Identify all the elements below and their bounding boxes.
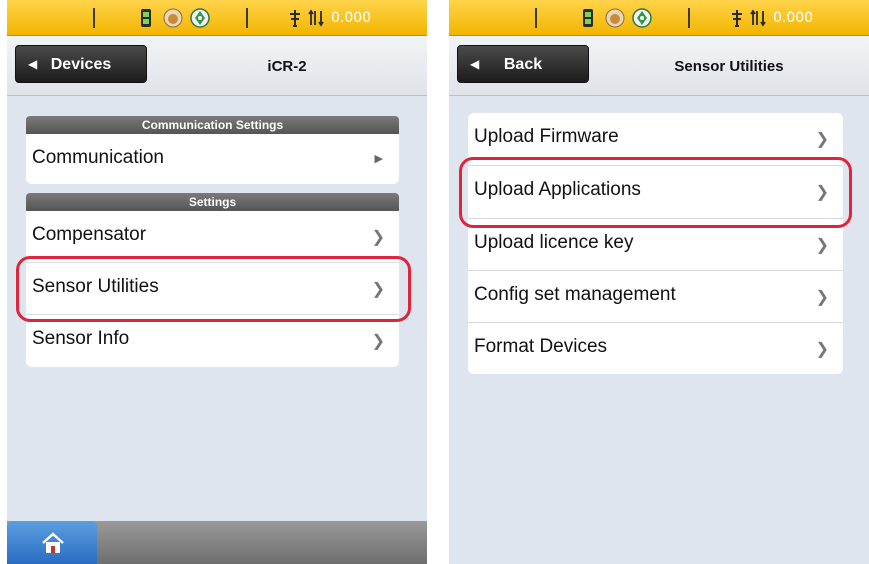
page-title: iCR-2 (267, 58, 307, 75)
highlight-annotation (16, 256, 411, 322)
antenna-icon[interactable] (727, 8, 747, 28)
title-bar: ◀ Devices iCR-2 (7, 36, 427, 96)
back-button[interactable]: ◀ Back (457, 45, 589, 83)
list-item-label: Upload Firmware (474, 126, 619, 147)
highlight-annotation (459, 157, 852, 228)
status-value: 0.000 (773, 10, 814, 26)
target-icon[interactable] (632, 8, 652, 28)
list-item-label: Format Devices (474, 336, 608, 357)
chevron-right-icon: ❯ (815, 289, 829, 306)
status-bar: 0.000 (7, 0, 427, 36)
triangle-right-icon: ▶ (374, 153, 383, 165)
list-item-sensor-info[interactable]: Sensor Info ❯ (26, 315, 399, 367)
battery-radio-icon[interactable] (136, 8, 156, 28)
bottom-bar (7, 521, 427, 564)
device-screen-left: 0.000 ◀ Devices iCR-2 Communication Sett… (7, 0, 427, 564)
section-header-communication-settings: Communication Settings (26, 116, 399, 134)
list-item-label: Upload licence key (474, 232, 634, 253)
list-item-label: Compensator (32, 224, 147, 245)
list-item-label: Communication (32, 147, 164, 168)
signal-updown-icon[interactable] (307, 8, 327, 28)
chevron-right-icon: ❯ (815, 131, 829, 148)
status-bar: 0.000 (449, 0, 869, 36)
list-item-format-devices[interactable]: Format Devices ❯ (468, 323, 843, 375)
chevron-right-icon: ❯ (371, 229, 385, 246)
chevron-right-icon: ❯ (371, 333, 385, 350)
device-screen-right: 0.000 ◀ Back Sensor Utilities Upload Fir… (449, 0, 869, 564)
hand-stop-icon[interactable] (605, 8, 625, 28)
back-button-label: Back (503, 56, 543, 73)
signal-updown-icon[interactable] (749, 8, 769, 28)
antenna-icon[interactable] (285, 8, 305, 28)
home-tab[interactable] (7, 521, 97, 564)
list-item-config-set-management[interactable]: Config set management ❯ (468, 271, 843, 323)
section-header-settings: Settings (26, 193, 399, 211)
battery-radio-icon[interactable] (578, 8, 598, 28)
target-icon[interactable] (190, 8, 210, 28)
devices-back-button[interactable]: ◀ Devices (15, 45, 147, 83)
chevron-right-icon: ❯ (815, 341, 829, 358)
page-title: Sensor Utilities (674, 58, 784, 75)
title-bar: ◀ Back Sensor Utilities (449, 36, 869, 96)
status-separator (535, 8, 537, 28)
status-separator (246, 8, 248, 28)
home-icon (42, 532, 64, 553)
status-value: 0.000 (331, 10, 372, 26)
back-button-label: Devices (50, 56, 112, 73)
chevron-right-icon: ❯ (815, 237, 829, 254)
hand-stop-icon[interactable] (163, 8, 183, 28)
status-separator (688, 8, 690, 28)
list-item-communication[interactable]: Communication ▶ (26, 134, 399, 186)
list-item-label: Config set management (474, 284, 676, 305)
list-item-label: Sensor Info (32, 328, 130, 349)
status-separator (93, 8, 95, 28)
